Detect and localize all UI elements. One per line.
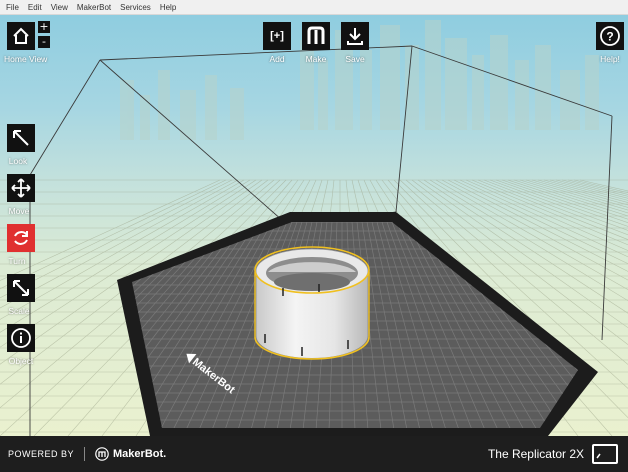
scale-label: Scale — [8, 306, 30, 316]
printed-object[interactable] — [254, 246, 370, 360]
home-view-button[interactable] — [7, 22, 35, 50]
zoom-out-button[interactable]: - — [38, 36, 50, 48]
build-viewport[interactable]: MakerBot + - Home View [+] Add Make Save… — [0, 15, 628, 436]
floor-grid-line — [579, 179, 628, 192]
object-tool-button[interactable] — [7, 324, 35, 352]
move-label: Move — [8, 206, 30, 216]
help-label: Help! — [600, 54, 620, 64]
make-label: Make — [305, 54, 327, 64]
monitor-icon — [596, 453, 601, 459]
build-volume-scene: MakerBot — [0, 20, 628, 436]
makerbot-logo-icon — [95, 447, 109, 461]
home-icon — [13, 27, 29, 44]
makerbot-icon — [307, 26, 325, 44]
help-button[interactable]: ? — [596, 22, 624, 50]
info-icon — [11, 328, 31, 348]
footer-divider — [84, 447, 86, 461]
rotate-icon — [14, 231, 28, 245]
look-tool-button[interactable] — [7, 124, 35, 152]
scale-tool-button[interactable] — [7, 274, 35, 302]
download-icon — [347, 28, 363, 45]
menu-makerbot[interactable]: MakerBot — [77, 3, 111, 12]
menu-file[interactable]: File — [6, 3, 19, 12]
add-label: Add — [269, 54, 285, 64]
arrow-diagonal-icon — [13, 130, 29, 146]
save-label: Save — [345, 54, 365, 64]
home-view-label: Home View — [4, 54, 48, 64]
scale-arrows-icon — [13, 280, 29, 296]
turn-label: Turn — [8, 256, 26, 266]
footer-bar: POWERED BY MakerBot. The Replicator 2X — [0, 436, 628, 472]
printer-select-button[interactable] — [592, 444, 618, 464]
svg-text:?: ? — [606, 30, 613, 44]
object-label: Object — [8, 356, 34, 366]
turn-tool-button[interactable] — [7, 224, 35, 252]
printer-name: The Replicator 2X — [487, 447, 584, 461]
powered-by-text: POWERED BY — [8, 449, 75, 459]
menu-bar: File Edit View MakerBot Services Help — [0, 0, 628, 15]
makerbot-brand-text: MakerBot. — [113, 448, 167, 460]
menu-help[interactable]: Help — [160, 3, 176, 12]
add-button[interactable]: [+] — [263, 22, 291, 50]
question-icon: ? — [600, 26, 620, 46]
menu-services[interactable]: Services — [120, 3, 151, 12]
makerbot-logo: MakerBot. — [95, 447, 166, 461]
look-label: Look — [8, 156, 28, 166]
add-icon: [+] — [270, 30, 284, 42]
menu-edit[interactable]: Edit — [28, 3, 42, 12]
move-arrows-icon — [11, 178, 31, 198]
move-tool-button[interactable] — [7, 174, 35, 202]
make-button[interactable] — [302, 22, 330, 50]
zoom-in-button[interactable]: + — [38, 21, 50, 33]
save-button[interactable] — [341, 22, 369, 50]
menu-view[interactable]: View — [51, 3, 68, 12]
